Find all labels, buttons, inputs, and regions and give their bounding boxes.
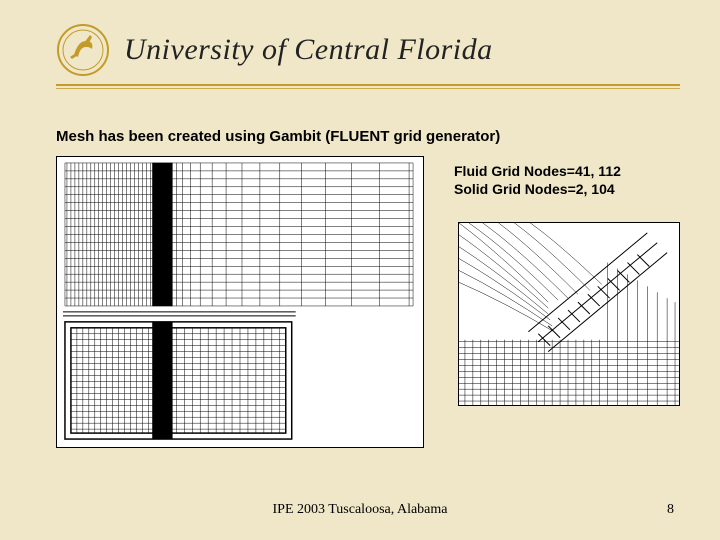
pegasus-logo-icon (56, 23, 110, 77)
solid-nodes-label: Solid Grid Nodes=2, 104 (454, 180, 621, 198)
footer-conference: IPE 2003 Tuscaloosa, Alabama (0, 502, 720, 518)
grid-node-info: Fluid Grid Nodes=41, 112 Solid Grid Node… (454, 162, 621, 198)
slide-header: University of Central Florida (56, 18, 680, 82)
header-underline (56, 84, 680, 90)
page-number: 8 (667, 502, 674, 518)
mesh-zoom-svg (459, 223, 679, 405)
university-title: University of Central Florida (124, 33, 493, 67)
mesh-figure-full (56, 156, 424, 448)
ucf-logo (56, 23, 110, 77)
mesh-caption: Mesh has been created using Gambit (FLUE… (56, 128, 500, 145)
mesh-full-svg (57, 157, 423, 447)
mesh-figure-zoom (458, 222, 680, 406)
fluid-nodes-label: Fluid Grid Nodes=41, 112 (454, 162, 621, 180)
